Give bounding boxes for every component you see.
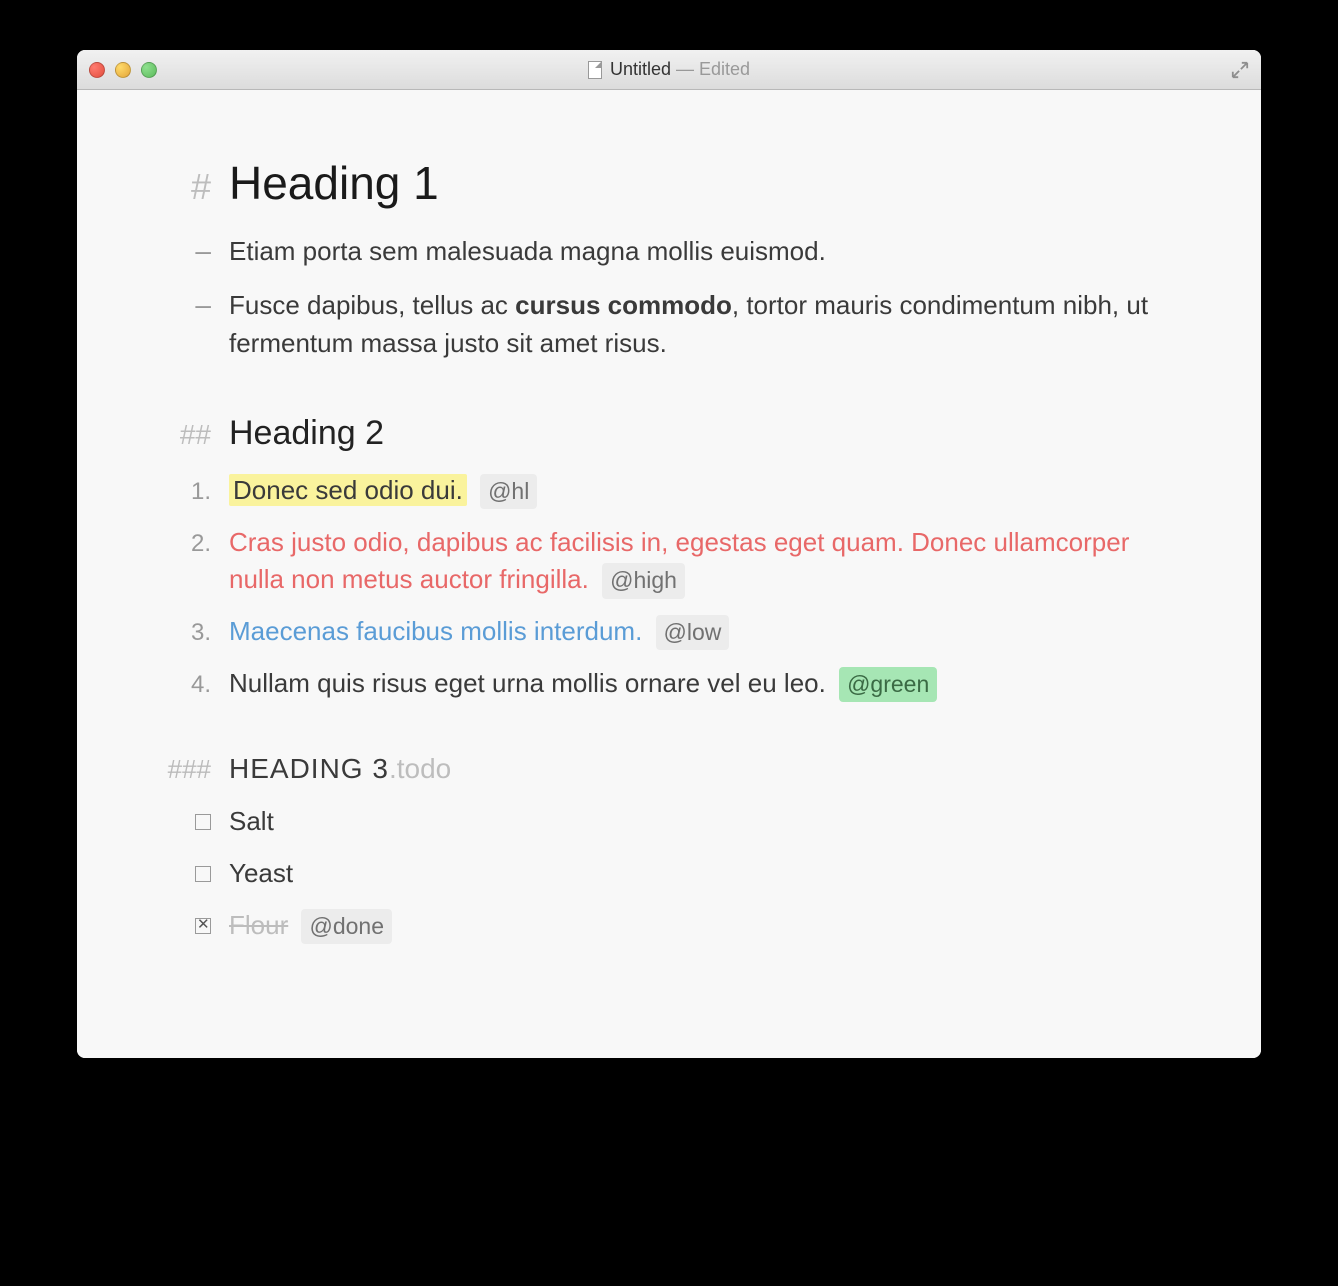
todo-row: Flour @done — [157, 907, 1181, 945]
heading-1-marker: # — [157, 161, 211, 213]
bullet-text-before: Fusce dapibus, tellus ac — [229, 290, 515, 320]
bullet-text-bold: cursus commodo — [515, 290, 732, 320]
todo-row: Salt — [157, 803, 1181, 841]
numbered-row: 2. Cras justo odio, dapibus ac facilisis… — [157, 524, 1181, 599]
checkbox-unchecked-icon[interactable] — [195, 866, 211, 882]
numbered-text: Maecenas faucibus mollis interdum. @low — [229, 613, 1181, 651]
blue-text: Maecenas faucibus mollis interdum. — [229, 616, 642, 646]
heading-3-text: HEADING 3.todo — [229, 749, 1181, 790]
bullet-row: – Fusce dapibus, tellus ac cursus commod… — [157, 285, 1181, 362]
highlighted-text: Donec sed odio dui. — [229, 474, 467, 506]
numbered-marker: 4. — [157, 668, 211, 703]
fullscreen-button[interactable] — [1231, 61, 1249, 79]
numbered-marker: 1. — [157, 475, 211, 510]
todo-text: Salt — [229, 803, 1181, 841]
heading-2-marker: ## — [157, 415, 211, 456]
todo-checkbox-gutter — [157, 860, 211, 882]
bullet-text: Fusce dapibus, tellus ac cursus commodo,… — [229, 287, 1181, 362]
editor-area[interactable]: # Heading 1 – Etiam porta sem malesuada … — [77, 90, 1261, 1058]
numbered-text: Cras justo odio, dapibus ac facilisis in… — [229, 524, 1181, 599]
todo-checkbox-gutter — [157, 808, 211, 830]
heading-3-suffix: .todo — [389, 753, 451, 784]
heading-2-row: ## Heading 2 — [157, 409, 1181, 458]
bullet-row: – Etiam porta sem malesuada magna mollis… — [157, 231, 1181, 272]
heading-2-text: Heading 2 — [229, 409, 1181, 458]
tag-high: @high — [602, 563, 685, 598]
tag-low: @low — [656, 615, 730, 650]
numbered-row: 1. Donec sed odio dui. @hl — [157, 472, 1181, 510]
heading-3-marker: ### — [157, 751, 211, 789]
numbered-marker: 3. — [157, 616, 211, 651]
checkbox-checked-icon[interactable] — [195, 918, 211, 934]
bullet-text: Etiam porta sem malesuada magna mollis e… — [229, 233, 1181, 271]
window-title: Untitled — Edited — [610, 59, 750, 80]
tag-hl: @hl — [480, 474, 537, 509]
document-icon — [588, 61, 602, 79]
window-title-container: Untitled — Edited — [77, 59, 1261, 80]
tag-done: @done — [301, 909, 392, 944]
numbered-text: Donec sed odio dui. @hl — [229, 472, 1181, 510]
heading-1-text: Heading 1 — [229, 150, 1181, 217]
todo-row: Yeast — [157, 855, 1181, 893]
todo-done-text: Flour — [229, 910, 288, 940]
heading-1-row: # Heading 1 — [157, 150, 1181, 217]
numbered-marker: 2. — [157, 527, 211, 562]
todo-text: Yeast — [229, 855, 1181, 893]
checkbox-unchecked-icon[interactable] — [195, 814, 211, 830]
zoom-button[interactable] — [141, 62, 157, 78]
heading-3-label: HEADING 3 — [229, 753, 389, 784]
bullet-marker: – — [157, 231, 211, 272]
document-status: — Edited — [676, 59, 750, 79]
bullet-marker: – — [157, 285, 211, 326]
window-titlebar[interactable]: Untitled — Edited — [77, 50, 1261, 90]
close-button[interactable] — [89, 62, 105, 78]
plain-text: Nullam quis risus eget urna mollis ornar… — [229, 668, 826, 698]
todo-text: Flour @done — [229, 907, 1181, 945]
heading-3-row: ### HEADING 3.todo — [157, 749, 1181, 790]
numbered-row: 4. Nullam quis risus eget urna mollis or… — [157, 665, 1181, 703]
traffic-lights — [89, 62, 157, 78]
numbered-row: 3. Maecenas faucibus mollis interdum. @l… — [157, 613, 1181, 651]
document-name: Untitled — [610, 59, 671, 79]
app-window: Untitled — Edited # Heading 1 – Etiam po… — [77, 50, 1261, 1058]
todo-checkbox-gutter — [157, 912, 211, 934]
minimize-button[interactable] — [115, 62, 131, 78]
numbered-text: Nullam quis risus eget urna mollis ornar… — [229, 665, 1181, 703]
tag-green: @green — [839, 667, 937, 702]
